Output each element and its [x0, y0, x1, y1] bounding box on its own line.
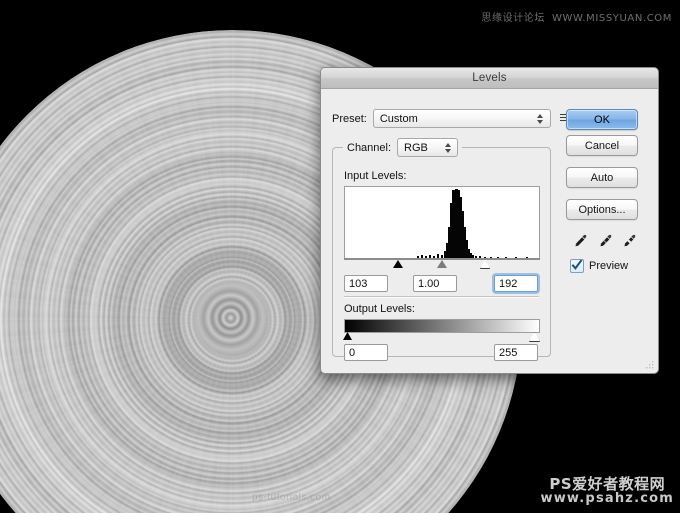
watermark-bottom-center: ps-tutorials.com — [252, 492, 331, 503]
dialog-title: Levels — [472, 72, 506, 84]
input-midtone-handle[interactable] — [437, 260, 447, 268]
output-highlight-field[interactable]: 255 — [494, 344, 538, 361]
input-midtone-field[interactable]: 1.00 — [413, 275, 457, 292]
input-shadow-handle[interactable] — [393, 260, 403, 268]
channel-stepper-icon — [443, 139, 452, 156]
preview-label: Preview — [589, 260, 628, 272]
dialog-body: Preset: Custom Channel: RGB — [321, 89, 658, 372]
section-divider — [344, 296, 539, 298]
histogram-bars — [417, 189, 528, 258]
auto-button[interactable]: Auto — [566, 167, 638, 188]
histogram-svg — [345, 187, 539, 258]
histogram-display — [344, 186, 540, 259]
output-levels-gradient-bar[interactable] — [344, 319, 540, 333]
output-levels-label: Output Levels: — [344, 303, 415, 315]
preset-value: Custom — [374, 113, 424, 125]
cancel-button[interactable]: Cancel — [566, 135, 638, 156]
checkmark-icon — [571, 259, 583, 272]
dialog-titlebar[interactable]: Levels — [321, 68, 658, 89]
watermark-top-right: 思缘设计论坛 WWW.MISSYUAN.COM — [481, 9, 672, 24]
preset-row: Preset: Custom — [332, 109, 572, 128]
resize-grip-icon[interactable] — [644, 359, 655, 370]
options-button[interactable]: Options... — [566, 199, 638, 220]
preset-stepper-icon — [536, 110, 545, 127]
set-gray-point-eyedropper-icon[interactable] — [598, 232, 615, 249]
output-shadow-field[interactable]: 0 — [344, 344, 388, 361]
input-shadow-field[interactable]: 103 — [344, 275, 388, 292]
levels-dialog: Levels Preset: Custom Channel: RGB — [320, 67, 659, 374]
ok-button[interactable]: OK — [566, 109, 638, 130]
channel-dropdown[interactable]: RGB — [397, 138, 458, 157]
levels-groupbox: Channel: RGB Input Levels: — [332, 147, 551, 357]
output-highlight-handle[interactable] — [529, 332, 540, 342]
watermark-top-right-url: WWW.MISSYUAN.COM — [552, 13, 672, 24]
eyedropper-group — [573, 232, 639, 249]
output-shadow-handle[interactable] — [343, 332, 352, 340]
watermark-bottom-right-url: www.psahz.com — [541, 492, 675, 507]
input-levels-label: Input Levels: — [344, 170, 406, 182]
channel-label: Channel: — [347, 142, 391, 154]
watermark-bottom-right: PS爱好者教程网 www.psahz.com — [541, 476, 675, 507]
watermark-bottom-right-cn: PS爱好者教程网 — [541, 476, 675, 493]
input-highlight-handle[interactable] — [480, 260, 490, 269]
watermark-top-right-cn: 思缘设计论坛 — [481, 13, 545, 24]
set-white-point-eyedropper-icon[interactable] — [622, 232, 639, 249]
set-black-point-eyedropper-icon[interactable] — [573, 232, 590, 249]
preview-checkbox[interactable] — [570, 259, 584, 273]
preview-row[interactable]: Preview — [570, 259, 628, 273]
preset-label: Preset: — [332, 113, 367, 125]
channel-value: RGB — [398, 142, 434, 154]
input-highlight-field[interactable]: 192 — [494, 275, 538, 292]
preset-dropdown[interactable]: Custom — [373, 109, 551, 128]
channel-row: Channel: RGB — [343, 138, 462, 157]
